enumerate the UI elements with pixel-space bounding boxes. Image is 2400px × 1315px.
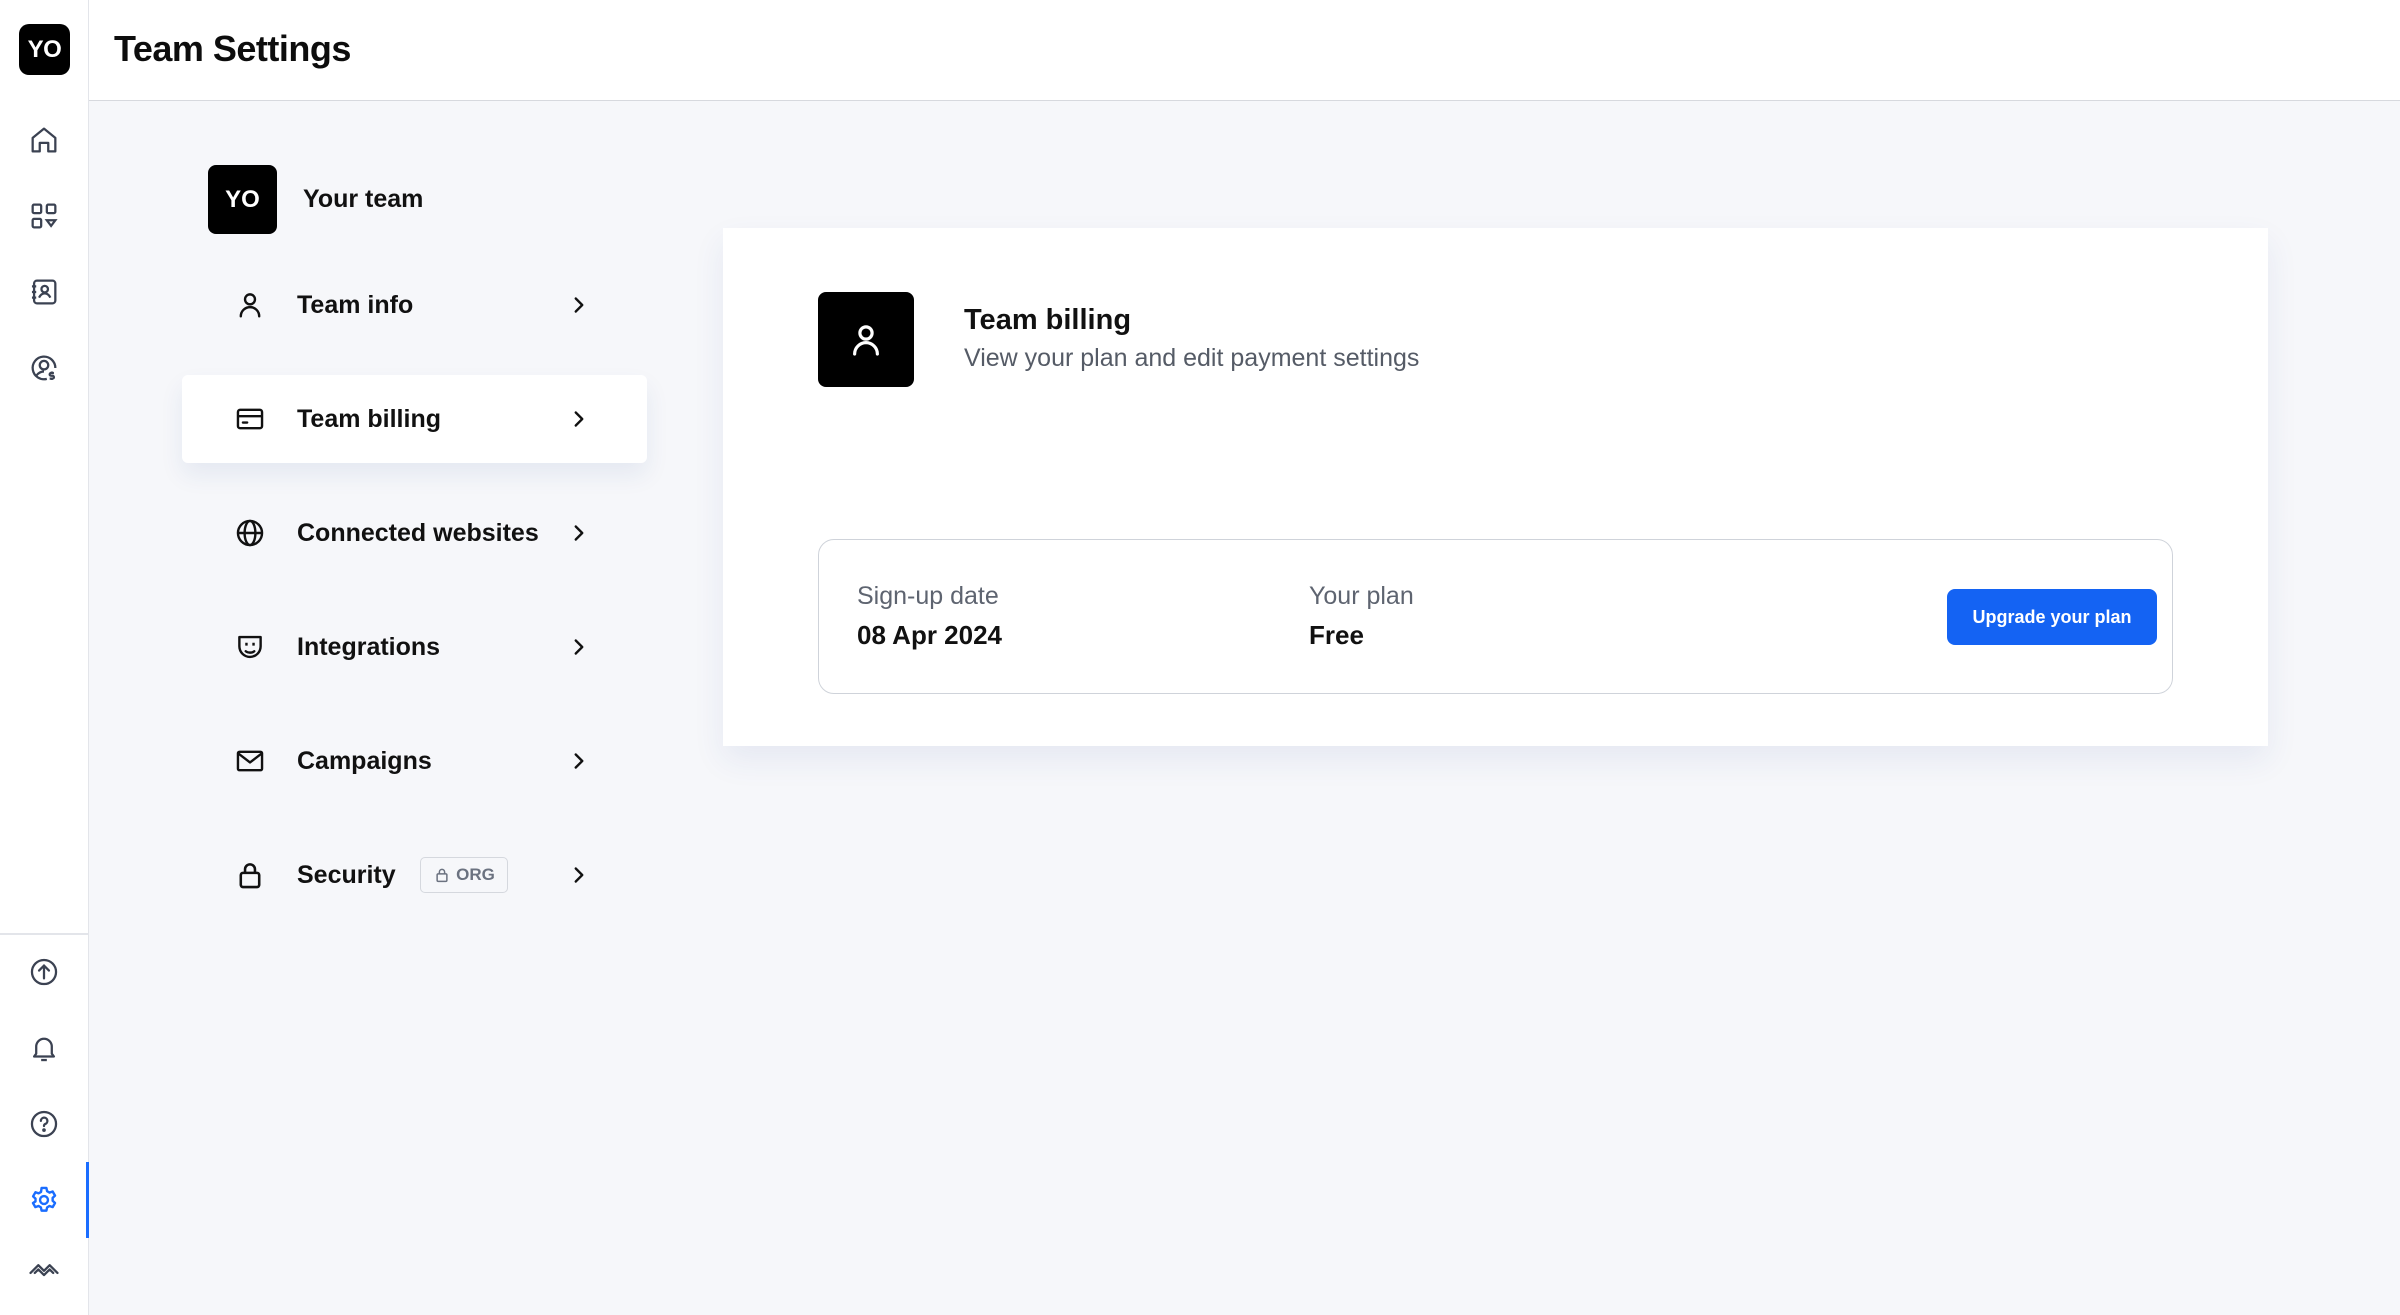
nav-label: Connected websites [297, 518, 539, 547]
home-icon[interactable] [22, 118, 66, 162]
help-circle-icon[interactable] [22, 1102, 66, 1146]
chevron-right-icon [566, 520, 592, 546]
card-subtitle: View your plan and edit payment settings [964, 344, 1420, 372]
gear-icon[interactable] [22, 1178, 66, 1222]
bell-icon[interactable] [22, 1026, 66, 1070]
billing-card: Team billing View your plan and edit pay… [723, 228, 2268, 746]
nav-label: Team billing [297, 404, 441, 433]
nav-label: Security [297, 860, 396, 889]
nav-item-campaigns[interactable]: Campaigns [182, 717, 647, 805]
lock-icon [436, 868, 448, 883]
rail-active-indicator [86, 1162, 89, 1238]
globe-icon [232, 515, 268, 551]
upgrade-plan-button[interactable]: Upgrade your plan [1947, 589, 2157, 645]
plan-summary-box: Sign-up date 08 Apr 2024 Your plan Free … [818, 539, 2173, 694]
mail-icon [232, 743, 268, 779]
brand-logo-icon[interactable] [22, 1246, 66, 1290]
plan-label: Your plan [1309, 582, 1414, 610]
contacts-book-icon[interactable] [22, 270, 66, 314]
nav-item-team-billing[interactable]: Team billing [182, 375, 647, 463]
card-title: Team billing [964, 304, 1132, 336]
chevron-right-icon [566, 406, 592, 432]
org-badge: ORG [420, 857, 508, 893]
nav-label: Integrations [297, 632, 441, 661]
user-dollar-icon[interactable] [22, 346, 66, 390]
nav-label: Campaigns [297, 746, 432, 775]
chevron-right-icon [566, 862, 592, 888]
left-rail: YO [0, 0, 89, 1315]
nav-item-integrations[interactable]: Integrations [182, 603, 647, 691]
team-header: YO Your team [208, 165, 423, 234]
user-icon [232, 287, 268, 323]
page-header: Team Settings [89, 0, 2400, 101]
chevron-right-icon [566, 748, 592, 774]
signup-date-label: Sign-up date [857, 582, 999, 610]
chevron-right-icon [566, 634, 592, 660]
apps-grid-icon[interactable] [22, 194, 66, 238]
plan-value: Free [1309, 620, 1364, 650]
upload-circle-icon[interactable] [22, 950, 66, 994]
rail-divider [0, 933, 89, 935]
nav-item-security[interactable]: Security ORG [182, 831, 647, 919]
lock-icon [232, 857, 268, 893]
team-name: Your team [303, 185, 424, 213]
page-title: Team Settings [114, 28, 351, 69]
chevron-right-icon [566, 292, 592, 318]
credit-card-icon [232, 401, 268, 437]
nav-item-team-info[interactable]: Team info [182, 261, 647, 349]
team-avatar: YO [208, 165, 277, 234]
org-badge-label: ORG [456, 865, 495, 884]
nav-item-connected-websites[interactable]: Connected websites [182, 489, 647, 577]
signup-date-value: 08 Apr 2024 [857, 620, 1003, 650]
nav-label: Team info [297, 290, 414, 319]
plug-icon [232, 629, 268, 665]
user-icon [818, 292, 914, 387]
workspace-logo[interactable]: YO [19, 24, 70, 75]
app-root: YO Team Settings YO Your team Team info … [0, 0, 2400, 1315]
